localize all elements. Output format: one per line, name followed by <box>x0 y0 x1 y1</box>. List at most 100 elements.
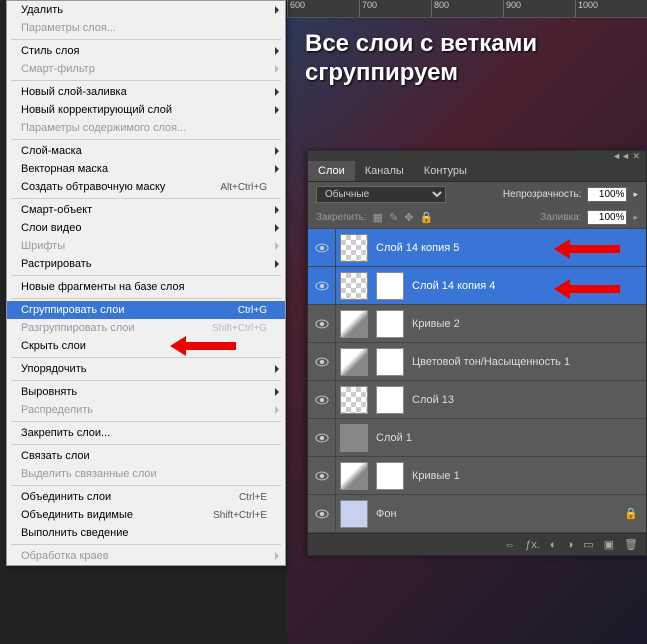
menu-item-label: Скрыть слои <box>21 340 86 352</box>
menu-item-label: Новый корректирующий слой <box>21 104 172 116</box>
lock-transparent-icon[interactable]: ▦ <box>373 211 383 224</box>
menu-item: Обработка краев <box>7 547 285 565</box>
opacity-label: Непрозрачность: <box>503 189 582 200</box>
layer-mask-thumbnail[interactable] <box>376 348 404 376</box>
lock-position-icon[interactable]: ✥ <box>404 211 413 224</box>
layer-mask-thumbnail[interactable] <box>376 310 404 338</box>
lock-all-icon[interactable]: 🔒 <box>420 211 434 224</box>
menu-item[interactable]: Векторная маска <box>7 160 285 178</box>
menu-item-label: Смарт-фильтр <box>21 63 95 75</box>
menu-item[interactable]: Создать обтравочную маскуAlt+Ctrl+G <box>7 178 285 196</box>
layer-thumbnail[interactable] <box>340 386 368 414</box>
layer-thumbnail[interactable] <box>340 424 368 452</box>
visibility-toggle[interactable] <box>308 305 336 342</box>
layer-thumbnail[interactable] <box>340 234 368 262</box>
menu-item[interactable]: Новый слой-заливка <box>7 83 285 101</box>
tab-paths[interactable]: Контуры <box>414 161 477 181</box>
add-mask-icon[interactable]: ◐ <box>550 539 557 551</box>
menu-item[interactable]: Слои видео <box>7 219 285 237</box>
visibility-toggle[interactable] <box>308 229 336 266</box>
visibility-toggle[interactable] <box>308 381 336 418</box>
new-layer-icon[interactable]: ▣ <box>604 538 614 551</box>
layer-thumbnail[interactable] <box>340 500 368 528</box>
layer-mask-thumbnail[interactable] <box>376 272 404 300</box>
submenu-arrow-icon <box>275 106 279 114</box>
menu-item[interactable]: Упорядочить <box>7 360 285 378</box>
arrow-annotation <box>570 245 620 253</box>
menu-item-label: Закрепить слои... <box>21 427 110 439</box>
menu-item-label: Удалить <box>21 4 63 16</box>
layer-thumbnail[interactable] <box>340 462 368 490</box>
menu-item[interactable]: Сгруппировать слоиCtrl+G <box>7 301 285 319</box>
menu-item[interactable]: Новые фрагменты на базе слоя <box>7 278 285 296</box>
layer-name[interactable]: Кривые 1 <box>408 470 646 482</box>
fill-arrow-icon[interactable]: ▸ <box>633 212 638 223</box>
visibility-toggle[interactable] <box>308 343 336 380</box>
layer-row[interactable]: Слой 13 <box>308 381 646 419</box>
menu-item-label: Разгруппировать слои <box>21 322 135 334</box>
menu-item[interactable]: Новый корректирующий слой <box>7 101 285 119</box>
opacity-input[interactable] <box>587 187 627 202</box>
layer-mask-thumbnail[interactable] <box>376 462 404 490</box>
lock-pixels-icon[interactable]: ✎ <box>389 211 398 224</box>
visibility-toggle[interactable] <box>308 457 336 494</box>
menu-item[interactable]: Удалить <box>7 1 285 19</box>
menu-shortcut: Ctrl+G <box>238 305 267 316</box>
menu-item[interactable]: Выполнить сведение <box>7 524 285 542</box>
menu-item[interactable]: Скрыть слои <box>7 337 285 355</box>
layer-thumbnail[interactable] <box>340 272 368 300</box>
fill-label: Заливка: <box>540 212 581 223</box>
panel-collapse-bar[interactable]: ◄◄ ✕ <box>308 151 646 161</box>
layer-thumbnail[interactable] <box>340 348 368 376</box>
fx-icon[interactable]: ƒx. <box>525 539 540 551</box>
menu-item[interactable]: Объединить видимыеShift+Ctrl+E <box>7 506 285 524</box>
visibility-toggle[interactable] <box>308 267 336 304</box>
menu-item-label: Выровнять <box>21 386 77 398</box>
menu-item[interactable]: Растрировать <box>7 255 285 273</box>
menu-item[interactable]: Слой-маска <box>7 142 285 160</box>
layer-row[interactable]: Кривые 2 <box>308 305 646 343</box>
submenu-arrow-icon <box>275 260 279 268</box>
menu-item[interactable]: Связать слои <box>7 447 285 465</box>
layer-mask-thumbnail[interactable] <box>376 386 404 414</box>
layer-row[interactable]: Фон🔒 <box>308 495 646 533</box>
fill-input[interactable] <box>587 210 627 225</box>
submenu-arrow-icon <box>275 388 279 396</box>
menu-item[interactable]: Выровнять <box>7 383 285 401</box>
tab-channels[interactable]: Каналы <box>355 161 414 181</box>
link-layers-icon[interactable]: ⇔ <box>504 539 515 551</box>
menu-item[interactable]: Закрепить слои... <box>7 424 285 442</box>
layer-name[interactable]: Цветовой тон/Насыщенность 1 <box>408 356 646 368</box>
layer-name[interactable]: Кривые 2 <box>408 318 646 330</box>
layer-thumbnail[interactable] <box>340 310 368 338</box>
menu-item-label: Стиль слоя <box>21 45 79 57</box>
submenu-arrow-icon <box>275 65 279 73</box>
layer-name[interactable]: Фон <box>372 508 624 520</box>
visibility-toggle[interactable] <box>308 419 336 456</box>
new-group-icon[interactable]: ▭ <box>583 538 593 551</box>
menu-item-label: Выполнить сведение <box>21 527 129 539</box>
lock-icon: 🔒 <box>624 507 638 520</box>
panel-tabs: Слои Каналы Контуры <box>308 161 646 182</box>
menu-item[interactable]: Стиль слоя <box>7 42 285 60</box>
layer-name[interactable]: Слой 1 <box>372 432 646 444</box>
menu-item-label: Выделить связанные слои <box>21 468 157 480</box>
layer-name[interactable]: Слой 13 <box>408 394 646 406</box>
menu-item[interactable]: Смарт-объект <box>7 201 285 219</box>
visibility-toggle[interactable] <box>308 495 336 532</box>
menu-separator <box>11 380 281 381</box>
adjustment-icon[interactable]: ◑ <box>567 539 574 551</box>
layer-row[interactable]: Кривые 1 <box>308 457 646 495</box>
tab-layers[interactable]: Слои <box>308 161 355 181</box>
menu-item-label: Слой-маска <box>21 145 82 157</box>
menu-item-label: Смарт-объект <box>21 204 92 216</box>
lock-label: Закрепить: <box>316 212 367 223</box>
menu-item[interactable]: Объединить слоиCtrl+E <box>7 488 285 506</box>
blend-mode-select[interactable]: Обычные <box>316 186 446 203</box>
layer-row[interactable]: Слой 1 <box>308 419 646 457</box>
delete-layer-icon[interactable]: 🗑 <box>624 538 638 551</box>
menu-shortcut: Shift+Ctrl+G <box>212 323 267 334</box>
layer-row[interactable]: Цветовой тон/Насыщенность 1 <box>308 343 646 381</box>
opacity-arrow-icon[interactable]: ▸ <box>633 189 638 200</box>
menu-item-label: Объединить слои <box>21 491 111 503</box>
